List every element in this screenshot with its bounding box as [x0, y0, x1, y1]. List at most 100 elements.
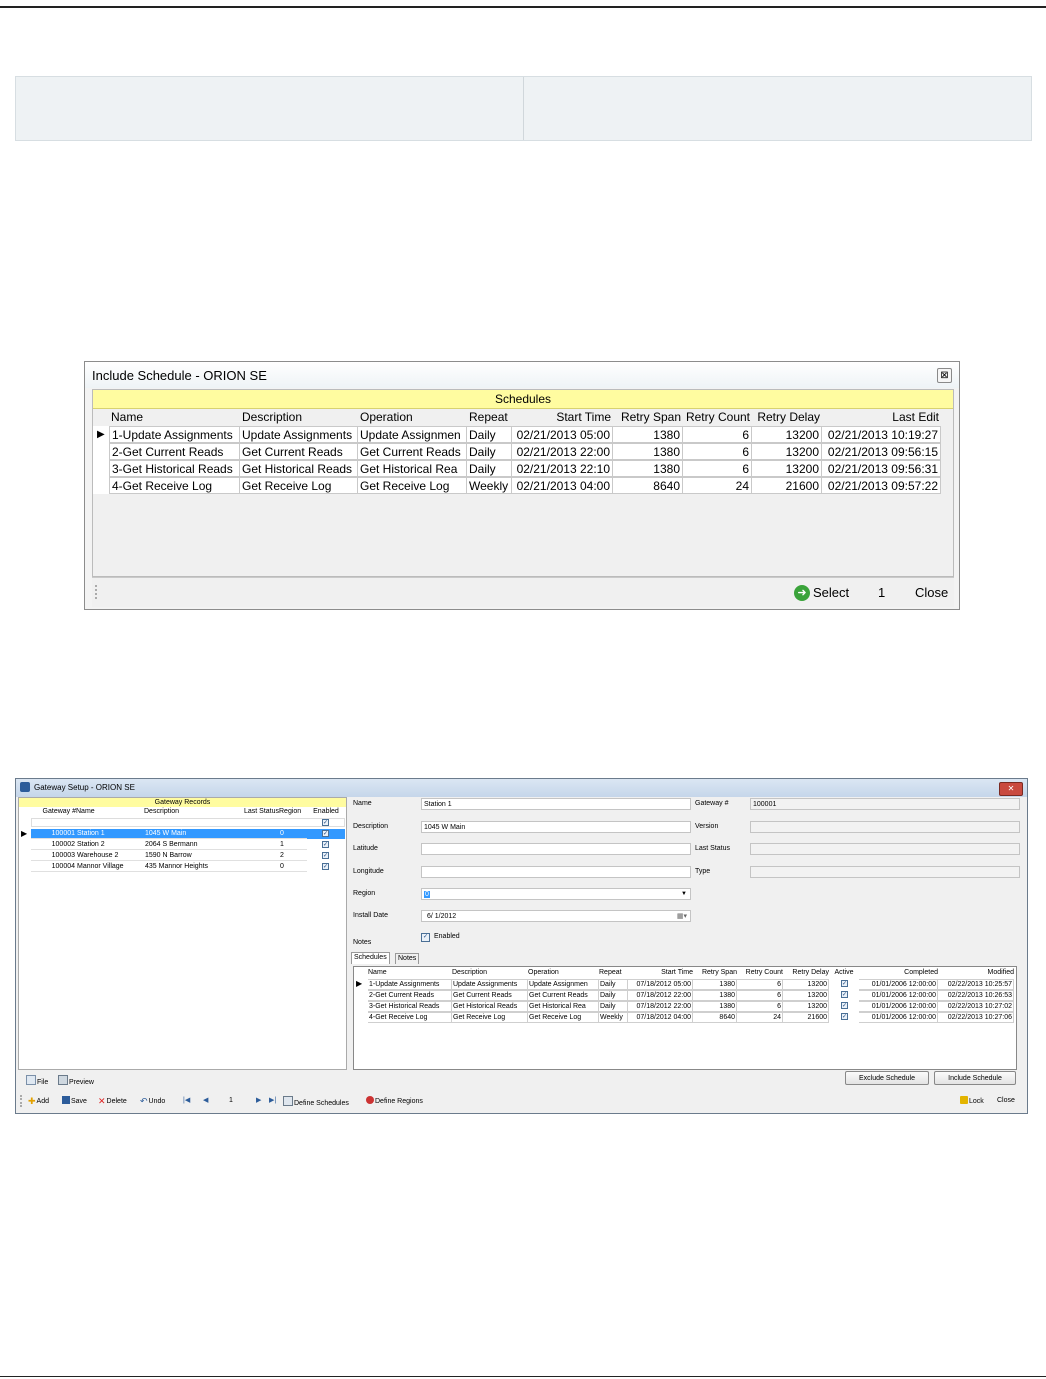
column-header[interactable]: Description: [240, 409, 358, 426]
column-header[interactable]: Region: [279, 807, 307, 817]
add-button[interactable]: ✚Add: [28, 1096, 49, 1107]
active-checkbox[interactable]: ✓: [841, 1002, 848, 1009]
active-checkbox[interactable]: ✓: [841, 991, 848, 998]
gateway-records-table: Gateway # Name Description Last Status Regio…: [19, 807, 346, 892]
enabled-filter-checkbox[interactable]: ✓: [322, 819, 329, 826]
latitude-field[interactable]: [421, 843, 691, 855]
table-cell: Get Current Reads: [358, 443, 467, 460]
table-cell: Update Assignmen: [528, 979, 599, 990]
column-header[interactable]: Retry Span: [693, 968, 737, 978]
longitude-field[interactable]: [421, 866, 691, 878]
install-date-value: 6/ 1/2012: [427, 913, 457, 920]
table-cell: 0: [279, 829, 307, 839]
table-cell: 6: [737, 979, 783, 990]
column-header[interactable]: Operation: [358, 409, 467, 426]
column-header[interactable]: Retry Span: [613, 409, 683, 426]
save-button[interactable]: Save: [62, 1096, 87, 1107]
dropdown-arrow-icon[interactable]: ▼: [681, 889, 687, 900]
column-header[interactable]: Operation: [528, 968, 599, 978]
column-header[interactable]: Active: [829, 968, 859, 978]
tab-notes[interactable]: Notes: [395, 953, 420, 964]
last-record-icon[interactable]: ▶|: [269, 1096, 276, 1106]
column-header[interactable]: Retry Count: [737, 968, 783, 978]
active-checkbox[interactable]: ✓: [841, 1013, 848, 1020]
column-header[interactable]: Gateway #: [31, 807, 76, 817]
record-position[interactable]: 1: [229, 1096, 233, 1106]
column-header[interactable]: Repeat: [467, 409, 512, 426]
table-cell: 1-Update Assignments: [109, 426, 240, 443]
row-pointer-icon: ▶: [97, 429, 105, 440]
enabled-checkbox[interactable]: ✓: [322, 852, 329, 859]
window-close-icon[interactable]: ✕: [999, 782, 1023, 796]
table-cell: 13200: [783, 990, 829, 1001]
column-header[interactable]: Retry Delay: [783, 968, 829, 978]
enabled-checkbox[interactable]: ✓: [322, 841, 329, 848]
table-cell: 07/18/2012 05:00: [628, 979, 693, 990]
last-status-label: Last Status: [695, 845, 731, 852]
active-checkbox[interactable]: ✓: [841, 980, 848, 987]
column-header[interactable]: Start Time: [512, 409, 613, 426]
delete-button[interactable]: ✕Delete: [98, 1096, 127, 1107]
column-header[interactable]: Description: [144, 807, 226, 817]
define-schedules-button[interactable]: Define Schedules: [283, 1096, 349, 1109]
table-cell: Get Receive Log: [358, 477, 467, 494]
dialog-footer: ➜ Select 1 Close: [92, 577, 954, 607]
table-cell: Daily: [599, 990, 628, 1001]
column-header[interactable]: Retry Count: [683, 409, 752, 426]
column-header[interactable]: Enabled: [307, 807, 345, 817]
column-header[interactable]: Completed: [859, 968, 938, 978]
table-cell: Weekly: [467, 477, 512, 494]
enabled-checkbox[interactable]: ✓: [322, 863, 329, 870]
tab-schedules[interactable]: Schedules: [351, 952, 390, 964]
lock-label: Lock: [969, 1098, 984, 1105]
column-header[interactable]: Start Time: [628, 968, 693, 978]
column-header[interactable]: Repeat: [599, 968, 628, 978]
table-cell: 3-Get Historical Reads: [109, 460, 240, 477]
column-header[interactable]: Last Status: [226, 807, 279, 817]
column-header[interactable]: Last Edit: [822, 409, 941, 426]
define-schedules-label: Define Schedules: [294, 1100, 349, 1107]
first-record-icon[interactable]: |◀: [183, 1096, 190, 1106]
table-cell: 13200: [783, 1001, 829, 1012]
calendar-icon[interactable]: ▦▾: [677, 911, 687, 922]
select-button[interactable]: Select: [813, 585, 849, 600]
column-header[interactable]: Retry Delay: [752, 409, 822, 426]
table-cell: Get Current Reads: [528, 990, 599, 1001]
file-button[interactable]: File: [26, 1075, 48, 1088]
left-footer: File Preview: [18, 1071, 347, 1089]
preview-button[interactable]: Preview: [58, 1075, 94, 1088]
enabled-checkbox[interactable]: ✓: [322, 830, 329, 837]
table-cell: Get Current Reads: [452, 990, 528, 1001]
name-field[interactable]: Station 1: [421, 798, 691, 810]
table-cell: [226, 840, 279, 850]
previous-record-icon[interactable]: ◀: [203, 1096, 208, 1106]
column-header[interactable]: Modified: [938, 968, 1014, 978]
table-cell: [226, 829, 279, 839]
window-close-button[interactable]: Close: [997, 1096, 1015, 1106]
close-icon[interactable]: ⊠: [937, 368, 952, 383]
column-header[interactable]: Name: [368, 968, 452, 978]
filter-row[interactable]: [31, 818, 345, 827]
table-cell: Get Historical Rea: [358, 460, 467, 477]
table-cell: 02/21/2013 09:56:15: [822, 443, 941, 460]
close-button[interactable]: Close: [915, 585, 948, 600]
table-cell: 100003: [31, 851, 76, 861]
enabled-checkbox[interactable]: ✓: [421, 933, 430, 942]
exclude-schedule-button[interactable]: Exclude Schedule: [845, 1071, 929, 1085]
table-cell: Station 1: [76, 829, 144, 839]
column-header[interactable]: Description: [452, 968, 528, 978]
region-select[interactable]: 0 ▼: [421, 888, 691, 900]
column-header[interactable]: Name: [109, 409, 240, 426]
define-regions-button[interactable]: Define Regions: [366, 1096, 423, 1107]
undo-button[interactable]: ↶Undo: [140, 1096, 165, 1107]
description-field[interactable]: 1045 W Main: [421, 821, 691, 833]
next-record-icon[interactable]: ▶: [256, 1096, 261, 1106]
include-schedule-button[interactable]: Include Schedule: [934, 1071, 1016, 1085]
column-header[interactable]: Name: [76, 807, 144, 817]
install-date-picker[interactable]: 6/ 1/2012 ▦▾: [421, 910, 691, 922]
table-cell: Get Receive Log: [240, 477, 358, 494]
table-cell: 6: [737, 990, 783, 1001]
lock-button[interactable]: Lock: [960, 1096, 984, 1107]
install-date-label: Install Date: [353, 912, 389, 919]
gateway-setup-window: Gateway Setup - ORION SE ✕ Gateway Recor…: [15, 778, 1028, 1114]
